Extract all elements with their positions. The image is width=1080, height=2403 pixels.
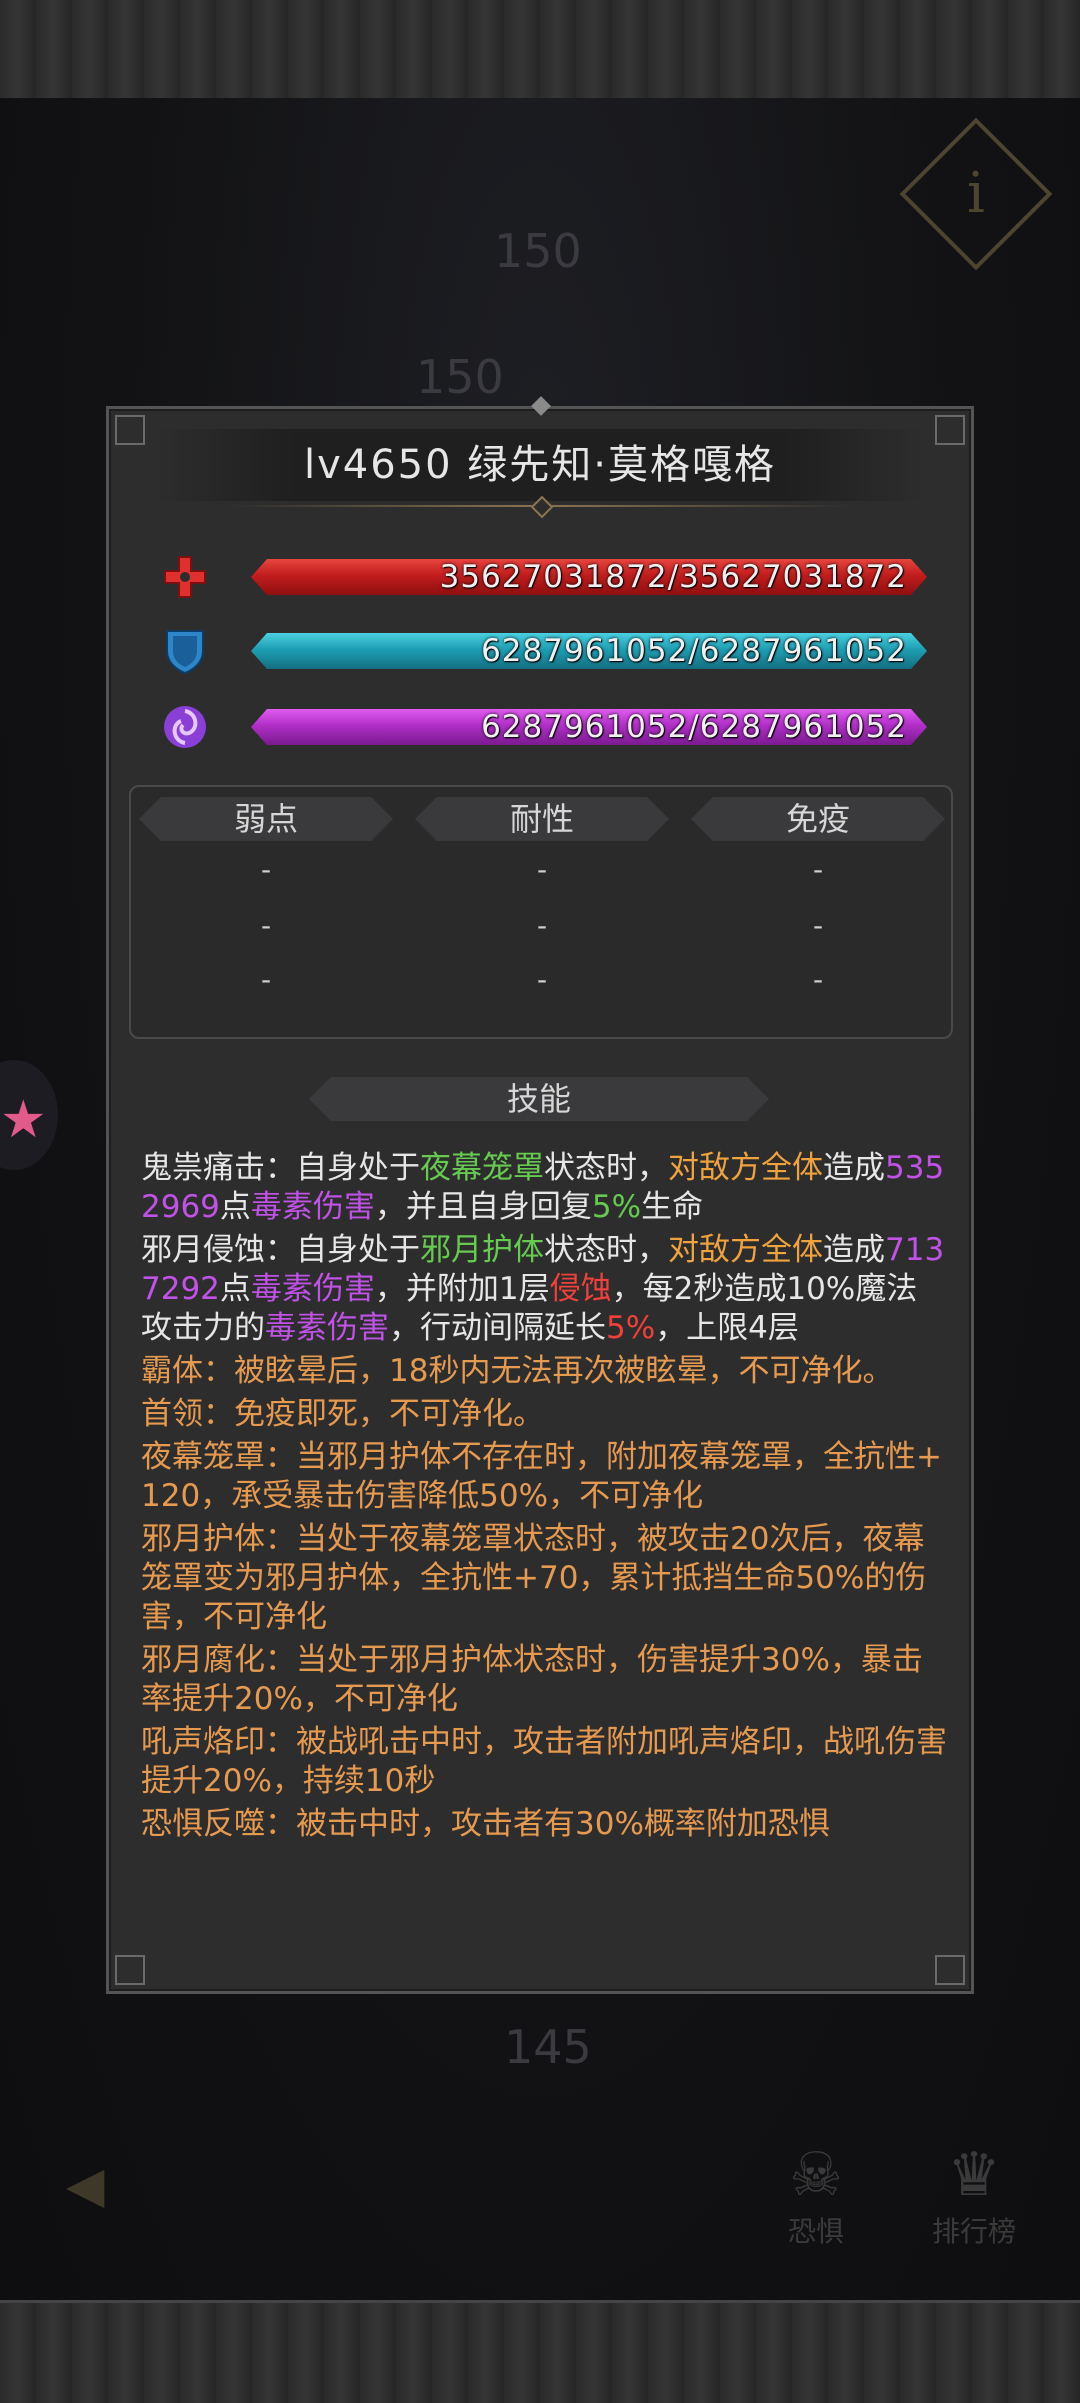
- fear-button[interactable]: ☠ 恐惧: [768, 2140, 864, 2250]
- hp-track: 35627031872/35627031872: [251, 559, 927, 595]
- resist-cell: -: [536, 909, 548, 942]
- back-arrow-icon[interactable]: ◀: [66, 2156, 152, 2214]
- skill-item: 吼声烙印：被战吼击中时，攻击者附加吼声烙印，战吼伤害提升20%，持续10秒: [141, 1724, 947, 1799]
- shield-track: 6287961052/6287961052: [251, 633, 927, 669]
- mana-bar: 6287961052/6287961052: [159, 701, 933, 753]
- bg-level-number: 150: [494, 224, 582, 278]
- leaderboard-button-label: 排行榜: [931, 2215, 1016, 2248]
- skill-item: 邪月腐化：当处于邪月护体状态时，伤害提升30%，暴击率提升20%，不可净化: [141, 1642, 923, 1717]
- shield-bar: 6287961052/6287961052: [159, 625, 933, 677]
- boss-title: lv4650 绿先知·莫格嘎格: [157, 429, 923, 501]
- mana-value: 6287961052/6287961052: [481, 709, 907, 745]
- skill-item: 邪月侵蚀：自身处于邪月护体状态时，对敌方全体造成7137292点毒素伤害，并附加…: [141, 1232, 945, 1346]
- red-cross-icon: [164, 556, 206, 598]
- skill-item: 邪月护体：当处于夜幕笼罩状态时，被攻击20次后，夜幕笼罩变为邪月护体，全抗性+7…: [141, 1521, 927, 1635]
- mana-track: 6287961052/6287961052: [251, 709, 927, 745]
- bottom-ornate-bar: [0, 2300, 1080, 2403]
- weakness-header: 弱点: [139, 797, 393, 841]
- skill-item: 首领：免疫即死，不可净化。: [141, 1396, 544, 1432]
- bg-level-number: 145: [504, 2020, 592, 2074]
- resist-cell: -: [536, 853, 548, 886]
- star-icon: ★: [0, 1090, 47, 1150]
- resist-cell: -: [260, 963, 272, 996]
- immunity-header: 免疫: [691, 797, 945, 841]
- boss-info-panel: lv4650 绿先知·莫格嘎格 35627031872/35627031872 …: [106, 396, 974, 1994]
- info-icon: i: [967, 161, 985, 226]
- skill-item: 恐惧反噬：被击中时，攻击者有30%概率附加恐惧: [141, 1806, 830, 1842]
- shield-value: 6287961052/6287961052: [481, 633, 907, 669]
- resist-cell: -: [812, 963, 824, 996]
- leaderboard-button[interactable]: ♛ 排行榜: [926, 2140, 1022, 2250]
- skill-item: 霸体：被眩晕后，18秒内无法再次被眩晕，不可净化。: [141, 1353, 894, 1389]
- skill-item: 鬼祟痛击：自身处于夜幕笼罩状态时，对敌方全体造成5352969点毒素伤害，并且自…: [141, 1150, 945, 1225]
- resist-cell: -: [812, 853, 824, 886]
- bg-level-number: 150: [416, 350, 504, 404]
- hp-bar: 35627031872/35627031872: [159, 551, 933, 603]
- resistance-table: 弱点 耐性 免疫 - - - - - - - - -: [129, 785, 953, 1039]
- fear-button-label: 恐惧: [787, 2215, 844, 2248]
- skull-icon: ☠: [789, 2140, 843, 2210]
- crown-icon: ♛: [947, 2140, 1001, 2210]
- shield-icon: [166, 630, 204, 675]
- skill-item: 夜幕笼罩：当邪月护体不存在时，附加夜幕笼罩，全抗性+120，承受暴击伤害降低50…: [141, 1439, 942, 1514]
- resist-cell: -: [812, 909, 824, 942]
- resist-cell: -: [260, 909, 272, 942]
- skills-header: 技能: [309, 1077, 769, 1121]
- skills-list: 鬼祟痛击：自身处于夜幕笼罩状态时，对敌方全体造成5352969点毒素伤害，并且自…: [141, 1149, 947, 1848]
- resist-cell: -: [260, 853, 272, 886]
- resist-cell: -: [536, 963, 548, 996]
- hp-value: 35627031872/35627031872: [439, 559, 907, 595]
- swirl-icon: [164, 706, 206, 748]
- resistance-header: 耐性: [415, 797, 669, 841]
- top-ornate-bar: [0, 0, 1080, 101]
